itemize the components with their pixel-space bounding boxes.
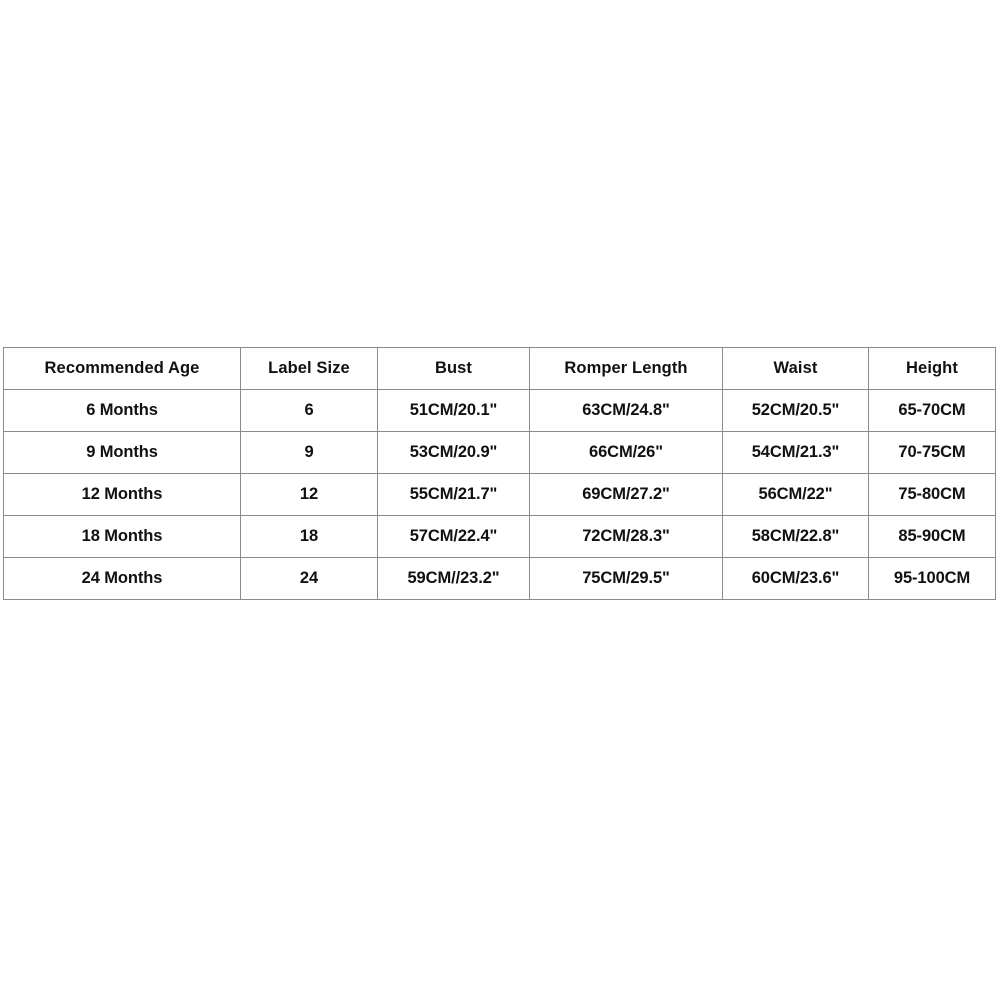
cell-height: 95-100CM (868, 557, 996, 600)
cell-height: 70-75CM (868, 431, 996, 474)
cell-recommended-age: 6 Months (3, 389, 241, 432)
column-header-height: Height (868, 347, 996, 390)
size-chart-container: Recommended Age Label Size Bust Romper L… (3, 347, 996, 600)
table-header-row: Recommended Age Label Size Bust Romper L… (3, 347, 996, 390)
cell-height: 65-70CM (868, 389, 996, 432)
cell-bust: 57CM/22.4" (377, 515, 530, 558)
cell-romper-length: 72CM/28.3" (529, 515, 723, 558)
column-header-recommended-age: Recommended Age (3, 347, 241, 390)
cell-label-size: 12 (240, 473, 378, 516)
cell-waist: 56CM/22" (722, 473, 869, 516)
cell-recommended-age: 24 Months (3, 557, 241, 600)
table-row: 24 Months 24 59CM//23.2" 75CM/29.5" 60CM… (3, 557, 996, 600)
cell-waist: 58CM/22.8" (722, 515, 869, 558)
column-header-waist: Waist (722, 347, 869, 390)
table-row: 18 Months 18 57CM/22.4" 72CM/28.3" 58CM/… (3, 515, 996, 558)
cell-bust: 51CM/20.1" (377, 389, 530, 432)
cell-waist: 52CM/20.5" (722, 389, 869, 432)
column-header-bust: Bust (377, 347, 530, 390)
cell-height: 85-90CM (868, 515, 996, 558)
column-header-label-size: Label Size (240, 347, 378, 390)
table-row: 12 Months 12 55CM/21.7" 69CM/27.2" 56CM/… (3, 473, 996, 516)
cell-label-size: 24 (240, 557, 378, 600)
cell-romper-length: 69CM/27.2" (529, 473, 723, 516)
cell-romper-length: 66CM/26" (529, 431, 723, 474)
page-canvas: Recommended Age Label Size Bust Romper L… (0, 0, 1000, 1000)
table-row: 6 Months 6 51CM/20.1" 63CM/24.8" 52CM/20… (3, 389, 996, 432)
cell-recommended-age: 18 Months (3, 515, 241, 558)
cell-waist: 60CM/23.6" (722, 557, 869, 600)
cell-bust: 59CM//23.2" (377, 557, 530, 600)
cell-label-size: 18 (240, 515, 378, 558)
size-chart-table: Recommended Age Label Size Bust Romper L… (3, 347, 996, 600)
cell-bust: 53CM/20.9" (377, 431, 530, 474)
cell-romper-length: 63CM/24.8" (529, 389, 723, 432)
cell-label-size: 9 (240, 431, 378, 474)
cell-recommended-age: 9 Months (3, 431, 241, 474)
cell-bust: 55CM/21.7" (377, 473, 530, 516)
table-row: 9 Months 9 53CM/20.9" 66CM/26" 54CM/21.3… (3, 431, 996, 474)
size-chart-header: Recommended Age Label Size Bust Romper L… (3, 347, 996, 390)
cell-waist: 54CM/21.3" (722, 431, 869, 474)
cell-label-size: 6 (240, 389, 378, 432)
cell-recommended-age: 12 Months (3, 473, 241, 516)
column-header-romper-length: Romper Length (529, 347, 723, 390)
cell-romper-length: 75CM/29.5" (529, 557, 723, 600)
cell-height: 75-80CM (868, 473, 996, 516)
size-chart-body: 6 Months 6 51CM/20.1" 63CM/24.8" 52CM/20… (3, 389, 996, 600)
